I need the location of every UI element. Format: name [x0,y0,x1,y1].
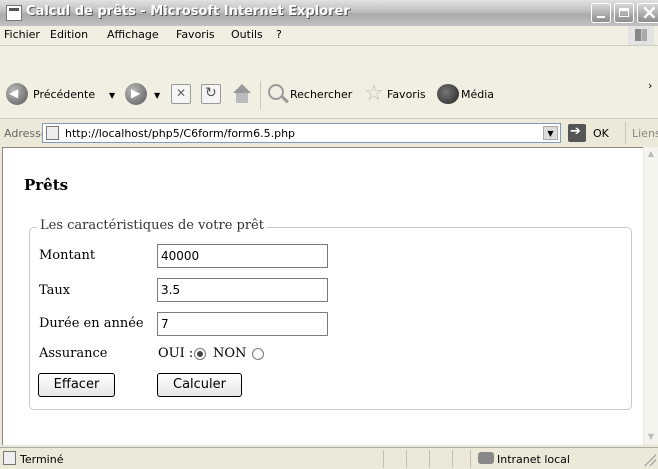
menu-bar: Fichier Edition Affichage Favoris Outils… [0,26,658,46]
calculer-button[interactable]: Calculer [157,373,242,397]
toolbar-more-chevron-icon[interactable]: › [648,79,652,92]
non-label: NON [213,346,247,361]
status-page-icon [3,451,16,465]
ie-app-icon [6,5,22,21]
duree-input[interactable] [157,312,328,336]
media-icon[interactable] [437,84,459,104]
stop-icon[interactable] [171,84,191,104]
favorites-star-icon[interactable]: ☆ [364,83,384,105]
taux-input[interactable] [157,278,328,302]
search-icon[interactable] [268,84,284,100]
forward-dropdown-icon[interactable]: ▼ [154,91,160,100]
media-button-label[interactable]: Média [461,88,494,101]
minimize-button[interactable] [591,3,611,23]
fieldset-legend: Les caractéristiques de votre prêt [37,218,267,233]
resize-grip-icon[interactable] [644,454,656,466]
montant-input[interactable] [157,244,328,268]
go-arrow-icon[interactable] [568,124,586,142]
status-text: Terminé [20,453,64,466]
toolbar-separator [260,81,261,109]
scroll-up-icon[interactable]: ▲ [645,148,657,160]
effacer-button[interactable]: Effacer [38,373,115,397]
favorites-button-label[interactable]: Favoris [387,88,426,101]
status-separator [470,450,471,468]
assurance-label: Assurance [39,346,108,361]
close-button[interactable] [637,0,658,24]
address-dropdown-icon[interactable]: ▼ [543,126,558,140]
menu-outils[interactable]: Outils [231,28,263,41]
vertical-scrollbar[interactable]: ▲ ▼ [644,147,658,444]
oui-label: OUI : [158,346,194,361]
links-label[interactable]: Liens [632,127,658,140]
status-separator [406,450,407,468]
menu-favoris[interactable]: Favoris [176,28,215,41]
scroll-down-icon[interactable]: ▼ [645,431,657,443]
address-separator [625,122,626,144]
back-arrow-icon[interactable] [6,83,28,105]
search-button-label[interactable]: Rechercher [290,88,352,101]
page-title: Prêts [24,176,69,194]
windows-logo-icon [628,26,654,45]
address-input[interactable]: http://localhost/php5/C6form/form6.5.php… [42,123,561,143]
zone-text: Intranet local [497,453,570,466]
duree-label: Durée en année [39,316,144,331]
browser-window: Calcul de prêts - Microsoft Internet Exp… [0,0,658,469]
status-separator [452,450,453,468]
back-dropdown-icon[interactable]: ▼ [109,91,115,100]
maximize-button[interactable] [614,3,634,23]
non-radio[interactable] [252,348,264,360]
taux-label: Taux [39,283,71,298]
status-separator [429,450,430,468]
go-button-label[interactable]: OK [593,127,609,140]
address-url[interactable]: http://localhost/php5/C6form/form6.5.php [65,127,295,140]
back-button-label[interactable]: Précédente [33,88,95,101]
menu-fichier[interactable]: Fichier [4,28,40,41]
window-title: Calcul de prêts - Microsoft Internet Exp… [26,4,350,19]
oui-radio[interactable] [194,348,206,360]
menu-affichage[interactable]: Affichage [107,28,159,41]
refresh-icon[interactable] [201,84,221,104]
menu-help[interactable]: ? [276,28,282,41]
montant-label: Montant [39,248,96,263]
status-bar: Terminé Intranet local [0,447,658,469]
status-separator [383,450,384,468]
page-icon [46,126,59,140]
menu-edition[interactable]: Edition [50,28,88,41]
home-icon[interactable] [231,84,253,104]
toolbar: Précédente ▼ ▼ Rechercher ☆ Favoris Médi… [0,46,658,119]
title-bar: Calcul de prêts - Microsoft Internet Exp… [0,0,658,26]
intranet-zone-icon [478,452,494,464]
forward-arrow-icon[interactable] [125,83,147,105]
